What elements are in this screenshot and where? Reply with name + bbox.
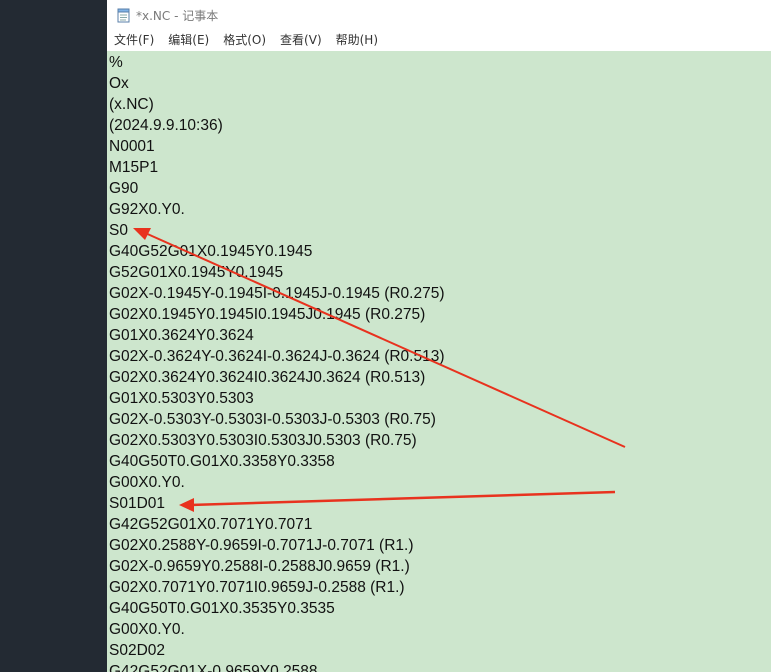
code-line: G00X0.Y0. <box>109 621 185 638</box>
code-line: (2024.9.9.10:36) <box>109 117 223 134</box>
code-line: G90 <box>109 180 139 197</box>
window-title: *x.NC - 记事本 <box>136 8 219 23</box>
code-line: S0 <box>109 222 128 239</box>
code-line: S01D01 <box>109 495 166 512</box>
text-editor-area[interactable]: % Ox (x.NC) (2024.9.9.10:36) N0001 M15P1 G90 G9… <box>107 51 771 672</box>
title-bar[interactable]: *x.NC - 记事本 <box>107 0 771 30</box>
code-line: G42G52G01X-0.9659Y0.2588 <box>109 663 318 672</box>
code-line: G01X0.5303Y0.5303 <box>109 390 254 407</box>
code-line: G02X0.7071Y0.7071I0.9659J-0.2588 (R1.) <box>109 579 405 596</box>
code-line: N0001 <box>109 138 155 155</box>
code-line: G02X0.5303Y0.5303I0.5303J0.5303 (R0.75) <box>109 432 417 449</box>
code-line: G92X0.Y0. <box>109 201 185 218</box>
code-line: G40G50T0.G01X0.3358Y0.3358 <box>109 453 335 470</box>
code-line: G00X0.Y0. <box>109 474 185 491</box>
code-line: G02X0.3624Y0.3624I0.3624J0.3624 (R0.513) <box>109 369 426 386</box>
code-line: G02X-0.1945Y-0.1945I-0.1945J-0.1945 (R0.… <box>109 285 445 302</box>
code-line: G02X-0.3624Y-0.3624I-0.3624J-0.3624 (R0.… <box>109 348 445 365</box>
code-line: G02X-0.5303Y-0.5303I-0.5303J-0.5303 (R0.… <box>109 411 436 428</box>
code-line: G40G52G01X0.1945Y0.1945 <box>109 243 313 260</box>
code-line: S02D02 <box>109 642 166 659</box>
menu-edit[interactable]: 编辑(E) <box>161 30 216 51</box>
notepad-icon <box>117 8 130 23</box>
code-line: G02X-0.9659Y0.2588I-0.2588J0.9659 (R1.) <box>109 558 410 575</box>
notepad-window: *x.NC - 记事本 文件(F) 编辑(E) 格式(O) 查看(V) 帮助(H… <box>107 0 771 672</box>
menu-help[interactable]: 帮助(H) <box>329 30 385 51</box>
code-line: M15P1 <box>109 159 159 176</box>
menu-format[interactable]: 格式(O) <box>216 30 273 51</box>
code-line: G42G52G01X0.7071Y0.7071 <box>109 516 313 533</box>
code-line: G52G01X0.1945Y0.1945 <box>109 264 284 281</box>
code-line: % <box>109 54 123 71</box>
code-line: Ox <box>109 75 129 92</box>
menu-file[interactable]: 文件(F) <box>107 30 161 51</box>
code-line: G01X0.3624Y0.3624 <box>109 327 254 344</box>
desktop-background <box>0 0 107 672</box>
code-line: (x.NC) <box>109 96 154 113</box>
code-line: G02X0.2588Y-0.9659I-0.7071J-0.7071 (R1.) <box>109 537 414 554</box>
code-line: G40G50T0.G01X0.3535Y0.3535 <box>109 600 335 617</box>
menu-bar: 文件(F) 编辑(E) 格式(O) 查看(V) 帮助(H) <box>107 30 771 51</box>
code-line: G02X0.1945Y0.1945I0.1945J0.1945 (R0.275) <box>109 306 426 323</box>
menu-view[interactable]: 查看(V) <box>273 30 329 51</box>
